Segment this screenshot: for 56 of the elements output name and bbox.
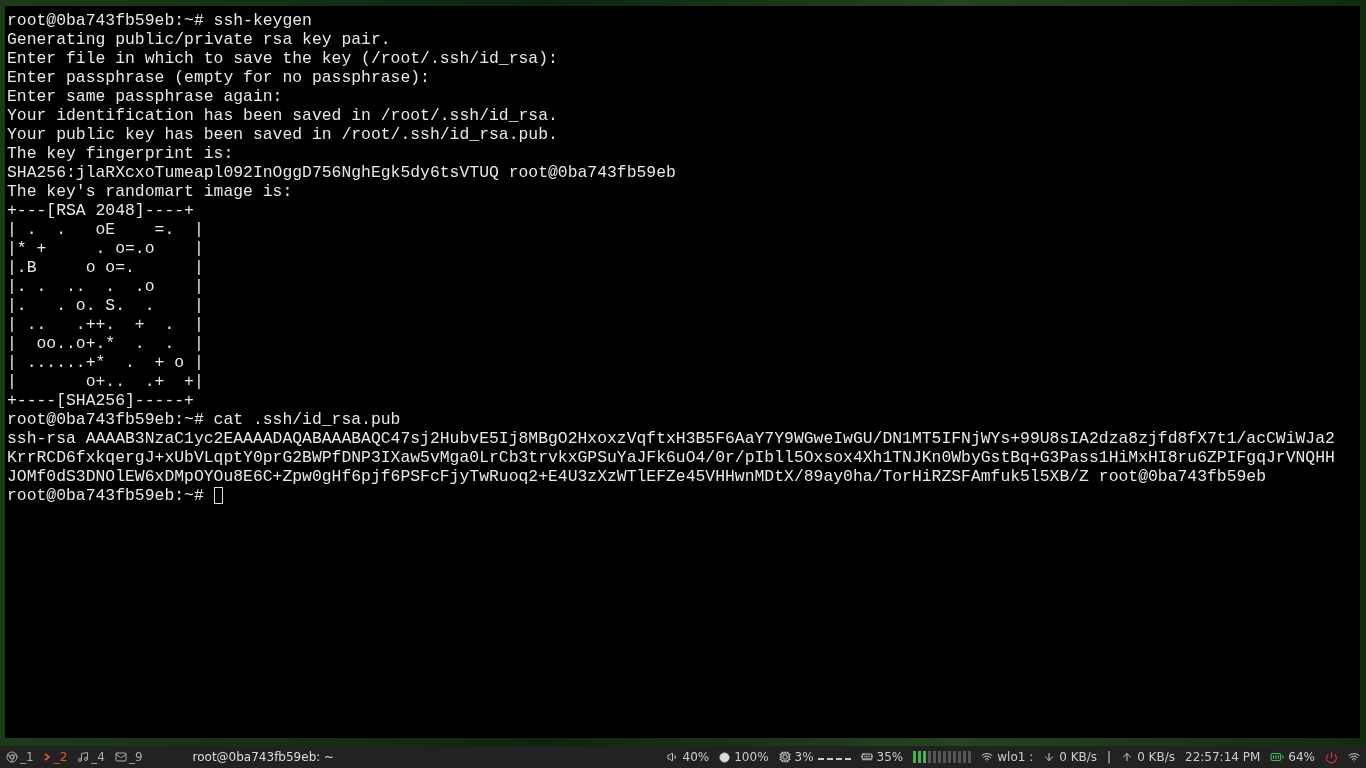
terminal-line: |* + . o=.o | — [7, 239, 205, 258]
workspace-tab[interactable]: _4 — [77, 750, 105, 764]
terminal-line: | oo..o+.* . . | — [7, 334, 205, 353]
separator: | — [1107, 750, 1112, 764]
memory-usage: 35% — [876, 750, 904, 764]
terminal-line: The key fingerprint is: — [7, 144, 235, 163]
terminal-line: Enter same passphrase again: — [7, 87, 284, 106]
network-interface: wlo1 : — [997, 750, 1034, 764]
terminal-line: The key's randomart image is: — [7, 182, 294, 201]
power-icon[interactable] — [1325, 750, 1338, 764]
terminal-line: root@0ba743fb59eb:~# cat .ssh/id_rsa.pub — [7, 410, 402, 429]
wifi-icon[interactable] — [1348, 751, 1360, 763]
brightness-level: 100% — [734, 750, 769, 764]
terminal-line: ssh-rsa AAAAB3NzaC1yc2EAAAADAQABAAABAQC47sj2HubvE5Ij8MBgO2HxoxzVqftxH3B5F6AaY7Y9WGweIwGU/DN1MT5IFNjWYs+99U8sIA2dza8zjfd8fX7t1/acCWiWJa2 — [7, 429, 1336, 448]
window-title: root@0ba743fb59eb: ~ — [192, 750, 335, 764]
terminal-line: +----[SHA256]-----+ — [7, 391, 195, 410]
terminal-line: root@0ba743fb59eb:~# ssh-keygen — [7, 11, 313, 30]
download-icon — [1043, 751, 1056, 763]
terminal-line: | o+.. .+ +| — [7, 372, 205, 391]
terminal-line: Enter passphrase (empty for no passphrase): — [7, 68, 431, 87]
terminal-line: Your public key has been saved in /root/.ssh/id_rsa.pub. — [7, 125, 559, 144]
workspace-tab[interactable]: _2 — [43, 750, 68, 764]
download-speed: 0 KB/s — [1059, 750, 1098, 764]
terminal-line: JOMf0dS3DNOlEW6xDMpOYOu8E6C+Zpw0gHf6pjf6PSFcFjyTwRuoq2+E4U3zXzWTlEFZe45VHHwnMDtX/89ay0ha/TorHiRZSFAmfuk5l5XB/Z root@0ba743fb59eb — [7, 467, 1267, 486]
terminal-line: | . . oE =. | — [7, 220, 205, 239]
terminal-line: Generating public/private rsa key pair. — [7, 30, 392, 49]
upload-icon — [1121, 751, 1134, 763]
terminal-line: |.B o o=. | — [7, 258, 205, 277]
workspace-tab[interactable]: _1 — [6, 750, 34, 764]
terminal-line: Your identification has been saved in /root/.ssh/id_rsa. — [7, 106, 559, 125]
terminal-prompt: root@0ba743fb59eb:~# — [7, 486, 204, 505]
usage-meter — [913, 751, 972, 763]
volume-icon — [666, 751, 679, 763]
battery-level: 64% — [1288, 750, 1315, 764]
terminal-line: +---[RSA 2048]----+ — [7, 201, 195, 220]
volume-level: 40% — [682, 750, 710, 764]
text-cursor — [213, 487, 223, 504]
music-icon — [77, 751, 90, 763]
cpu-usage: 3% — [794, 750, 814, 764]
wifi-icon — [981, 751, 994, 763]
workspace-tab[interactable]: _9 — [114, 750, 143, 764]
mail-icon — [114, 751, 127, 763]
battery-icon — [1270, 750, 1285, 764]
terminal-line: | ......+* . + o | — [7, 353, 205, 372]
terminal-line: |. . o. S. . | — [7, 296, 205, 315]
terminal-line: |. . .. . .o | — [7, 277, 205, 296]
globe-icon — [6, 751, 18, 763]
terminal-line: SHA256:jlaRXcxoTumeapl092InOggD756NghEgk5dy6tsVTUQ root@0ba743fb59eb — [7, 163, 677, 182]
clock: 22:57:14 PM — [1185, 750, 1261, 764]
upload-speed: 0 KB/s — [1137, 750, 1175, 764]
terminal-line: Enter file in which to save the key (/root/.ssh/id_rsa): — [7, 49, 559, 68]
memory-icon — [860, 751, 873, 763]
terminal-icon — [43, 752, 52, 762]
terminal-line: | .. .++. + . | — [7, 315, 205, 334]
brightness-icon — [719, 751, 731, 763]
terminal-line: KrrRCD6fxkqergJ+xUbVLqptY0prG2BWPfDNP3IXaw5vMga0LrCb3trvkxGPSuYaJFk6uO4/0r/pIbll5Oxsox4Xh1TNJKn0WbyGstBq+G3Pass1HiMxHI8ru6ZPIFgqJrVNQHH — [7, 448, 1336, 467]
